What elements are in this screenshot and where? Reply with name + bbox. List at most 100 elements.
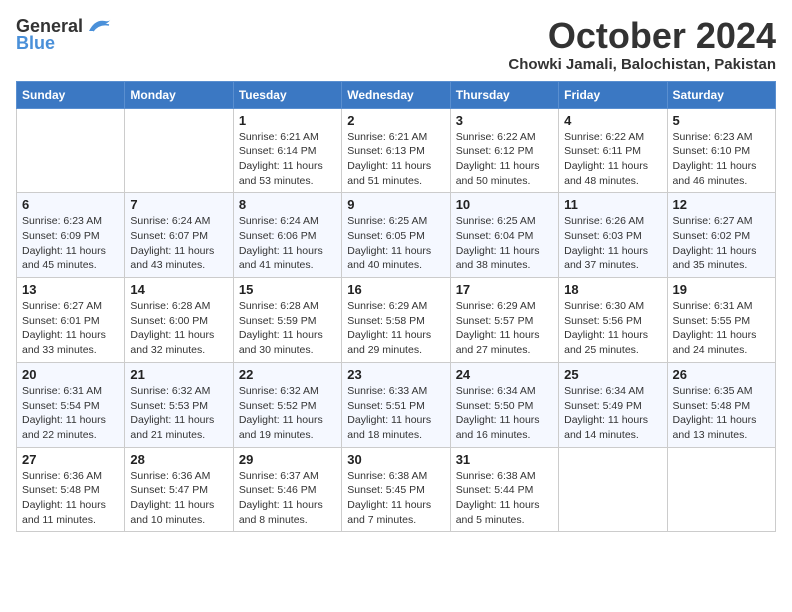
page-subtitle: Chowki Jamali, Balochistan, Pakistan: [508, 56, 776, 73]
day-detail: Sunrise: 6:22 AM Sunset: 6:11 PM Dayligh…: [564, 130, 661, 189]
day-detail: Sunrise: 6:31 AM Sunset: 5:54 PM Dayligh…: [22, 384, 119, 443]
calendar-cell: 28Sunrise: 6:36 AM Sunset: 5:47 PM Dayli…: [125, 447, 233, 532]
column-header-monday: Monday: [125, 81, 233, 108]
day-number: 31: [456, 452, 553, 467]
day-number: 4: [564, 113, 661, 128]
day-number: 13: [22, 282, 119, 297]
day-number: 25: [564, 367, 661, 382]
calendar-cell: 26Sunrise: 6:35 AM Sunset: 5:48 PM Dayli…: [667, 362, 775, 447]
calendar-week-row: 13 Sunrise: 6:27 AM Sunset: 6:01 PM Dayli…: [17, 278, 776, 363]
day-number: 6: [22, 197, 119, 212]
calendar-cell: 8 Sunrise: 6:24 AM Sunset: 6:06 PM Daylig…: [233, 193, 341, 278]
day-number: 8: [239, 197, 336, 212]
calendar-cell: 16 Sunrise: 6:29 AM Sunset: 5:58 PM Dayli…: [342, 278, 450, 363]
calendar-cell: 3Sunrise: 6:22 AM Sunset: 6:12 PM Daylig…: [450, 108, 558, 193]
calendar-cell: 2 Sunrise: 6:21 AM Sunset: 6:13 PM Daylig…: [342, 108, 450, 193]
day-number: 7: [130, 197, 227, 212]
calendar-cell: 5Sunrise: 6:23 AM Sunset: 6:10 PM Daylig…: [667, 108, 775, 193]
logo-blue: Blue: [16, 33, 55, 54]
calendar-cell: 17Sunrise: 6:29 AM Sunset: 5:57 PM Dayli…: [450, 278, 558, 363]
page-header: General Blue October 2024 Chowki Jamali,…: [16, 16, 776, 73]
day-detail: Sunrise: 6:37 AM Sunset: 5:46 PM Dayligh…: [239, 469, 336, 528]
calendar-cell: 10Sunrise: 6:25 AM Sunset: 6:04 PM Dayli…: [450, 193, 558, 278]
day-detail: Sunrise: 6:34 AM Sunset: 5:50 PM Dayligh…: [456, 384, 553, 443]
day-detail: Sunrise: 6:22 AM Sunset: 6:12 PM Dayligh…: [456, 130, 553, 189]
day-detail: Sunrise: 6:24 AM Sunset: 6:06 PM Dayligh…: [239, 214, 336, 273]
calendar-cell: 27 Sunrise: 6:36 AM Sunset: 5:48 PM Dayli…: [17, 447, 125, 532]
calendar-week-row: 1 Sunrise: 6:21 AM Sunset: 6:14 PM Daylig…: [17, 108, 776, 193]
calendar-cell: 11 Sunrise: 6:26 AM Sunset: 6:03 PM Dayli…: [559, 193, 667, 278]
title-block: October 2024 Chowki Jamali, Balochistan,…: [508, 16, 776, 73]
day-detail: Sunrise: 6:32 AM Sunset: 5:53 PM Dayligh…: [130, 384, 227, 443]
day-number: 11: [564, 197, 661, 212]
day-detail: Sunrise: 6:38 AM Sunset: 5:45 PM Dayligh…: [347, 469, 444, 528]
day-detail: Sunrise: 6:25 AM Sunset: 6:05 PM Dayligh…: [347, 214, 444, 273]
page-title: October 2024: [508, 16, 776, 56]
calendar-cell: [667, 447, 775, 532]
calendar-cell: 21Sunrise: 6:32 AM Sunset: 5:53 PM Dayli…: [125, 362, 233, 447]
calendar-cell: 31 Sunrise: 6:38 AM Sunset: 5:44 PM Dayli…: [450, 447, 558, 532]
day-detail: Sunrise: 6:34 AM Sunset: 5:49 PM Dayligh…: [564, 384, 661, 443]
calendar-cell: 9 Sunrise: 6:25 AM Sunset: 6:05 PM Daylig…: [342, 193, 450, 278]
logo: General Blue: [16, 16, 113, 54]
calendar-cell: 18 Sunrise: 6:30 AM Sunset: 5:56 PM Dayli…: [559, 278, 667, 363]
calendar-cell: [559, 447, 667, 532]
day-detail: Sunrise: 6:28 AM Sunset: 5:59 PM Dayligh…: [239, 299, 336, 358]
calendar-cell: 12Sunrise: 6:27 AM Sunset: 6:02 PM Dayli…: [667, 193, 775, 278]
calendar-week-row: 27 Sunrise: 6:36 AM Sunset: 5:48 PM Dayli…: [17, 447, 776, 532]
calendar-cell: 6 Sunrise: 6:23 AM Sunset: 6:09 PM Daylig…: [17, 193, 125, 278]
calendar-cell: 14Sunrise: 6:28 AM Sunset: 6:00 PM Dayli…: [125, 278, 233, 363]
day-number: 18: [564, 282, 661, 297]
day-number: 19: [673, 282, 770, 297]
calendar-cell: 29Sunrise: 6:37 AM Sunset: 5:46 PM Dayli…: [233, 447, 341, 532]
day-detail: Sunrise: 6:29 AM Sunset: 5:58 PM Dayligh…: [347, 299, 444, 358]
day-detail: Sunrise: 6:29 AM Sunset: 5:57 PM Dayligh…: [456, 299, 553, 358]
logo-bird-icon: [85, 17, 113, 37]
day-number: 9: [347, 197, 444, 212]
calendar-cell: 23 Sunrise: 6:33 AM Sunset: 5:51 PM Dayli…: [342, 362, 450, 447]
day-number: 24: [456, 367, 553, 382]
day-detail: Sunrise: 6:26 AM Sunset: 6:03 PM Dayligh…: [564, 214, 661, 273]
day-detail: Sunrise: 6:31 AM Sunset: 5:55 PM Dayligh…: [673, 299, 770, 358]
column-header-thursday: Thursday: [450, 81, 558, 108]
calendar-cell: 22Sunrise: 6:32 AM Sunset: 5:52 PM Dayli…: [233, 362, 341, 447]
column-header-sunday: Sunday: [17, 81, 125, 108]
day-number: 14: [130, 282, 227, 297]
column-header-wednesday: Wednesday: [342, 81, 450, 108]
day-number: 28: [130, 452, 227, 467]
day-number: 30: [347, 452, 444, 467]
day-number: 15: [239, 282, 336, 297]
day-detail: Sunrise: 6:23 AM Sunset: 6:10 PM Dayligh…: [673, 130, 770, 189]
column-header-tuesday: Tuesday: [233, 81, 341, 108]
day-detail: Sunrise: 6:25 AM Sunset: 6:04 PM Dayligh…: [456, 214, 553, 273]
calendar-cell: 30 Sunrise: 6:38 AM Sunset: 5:45 PM Dayli…: [342, 447, 450, 532]
day-number: 26: [673, 367, 770, 382]
day-detail: Sunrise: 6:33 AM Sunset: 5:51 PM Dayligh…: [347, 384, 444, 443]
column-header-friday: Friday: [559, 81, 667, 108]
day-number: 20: [22, 367, 119, 382]
day-number: 23: [347, 367, 444, 382]
calendar-cell: 1 Sunrise: 6:21 AM Sunset: 6:14 PM Daylig…: [233, 108, 341, 193]
calendar-cell: [17, 108, 125, 193]
calendar-cell: 4 Sunrise: 6:22 AM Sunset: 6:11 PM Daylig…: [559, 108, 667, 193]
day-detail: Sunrise: 6:38 AM Sunset: 5:44 PM Dayligh…: [456, 469, 553, 528]
calendar-cell: 13 Sunrise: 6:27 AM Sunset: 6:01 PM Dayli…: [17, 278, 125, 363]
day-detail: Sunrise: 6:21 AM Sunset: 6:14 PM Dayligh…: [239, 130, 336, 189]
day-number: 27: [22, 452, 119, 467]
calendar-week-row: 20 Sunrise: 6:31 AM Sunset: 5:54 PM Dayli…: [17, 362, 776, 447]
calendar-cell: 7 Sunrise: 6:24 AM Sunset: 6:07 PM Daylig…: [125, 193, 233, 278]
day-number: 16: [347, 282, 444, 297]
day-number: 12: [673, 197, 770, 212]
calendar-cell: 20 Sunrise: 6:31 AM Sunset: 5:54 PM Dayli…: [17, 362, 125, 447]
day-detail: Sunrise: 6:24 AM Sunset: 6:07 PM Dayligh…: [130, 214, 227, 273]
day-number: 1: [239, 113, 336, 128]
day-detail: Sunrise: 6:23 AM Sunset: 6:09 PM Dayligh…: [22, 214, 119, 273]
calendar-week-row: 6 Sunrise: 6:23 AM Sunset: 6:09 PM Daylig…: [17, 193, 776, 278]
day-detail: Sunrise: 6:30 AM Sunset: 5:56 PM Dayligh…: [564, 299, 661, 358]
day-detail: Sunrise: 6:21 AM Sunset: 6:13 PM Dayligh…: [347, 130, 444, 189]
day-number: 2: [347, 113, 444, 128]
calendar-cell: 15 Sunrise: 6:28 AM Sunset: 5:59 PM Dayli…: [233, 278, 341, 363]
calendar-header-row: SundayMondayTuesdayWednesdayThursdayFrid…: [17, 81, 776, 108]
day-detail: Sunrise: 6:36 AM Sunset: 5:48 PM Dayligh…: [22, 469, 119, 528]
day-detail: Sunrise: 6:27 AM Sunset: 6:01 PM Dayligh…: [22, 299, 119, 358]
